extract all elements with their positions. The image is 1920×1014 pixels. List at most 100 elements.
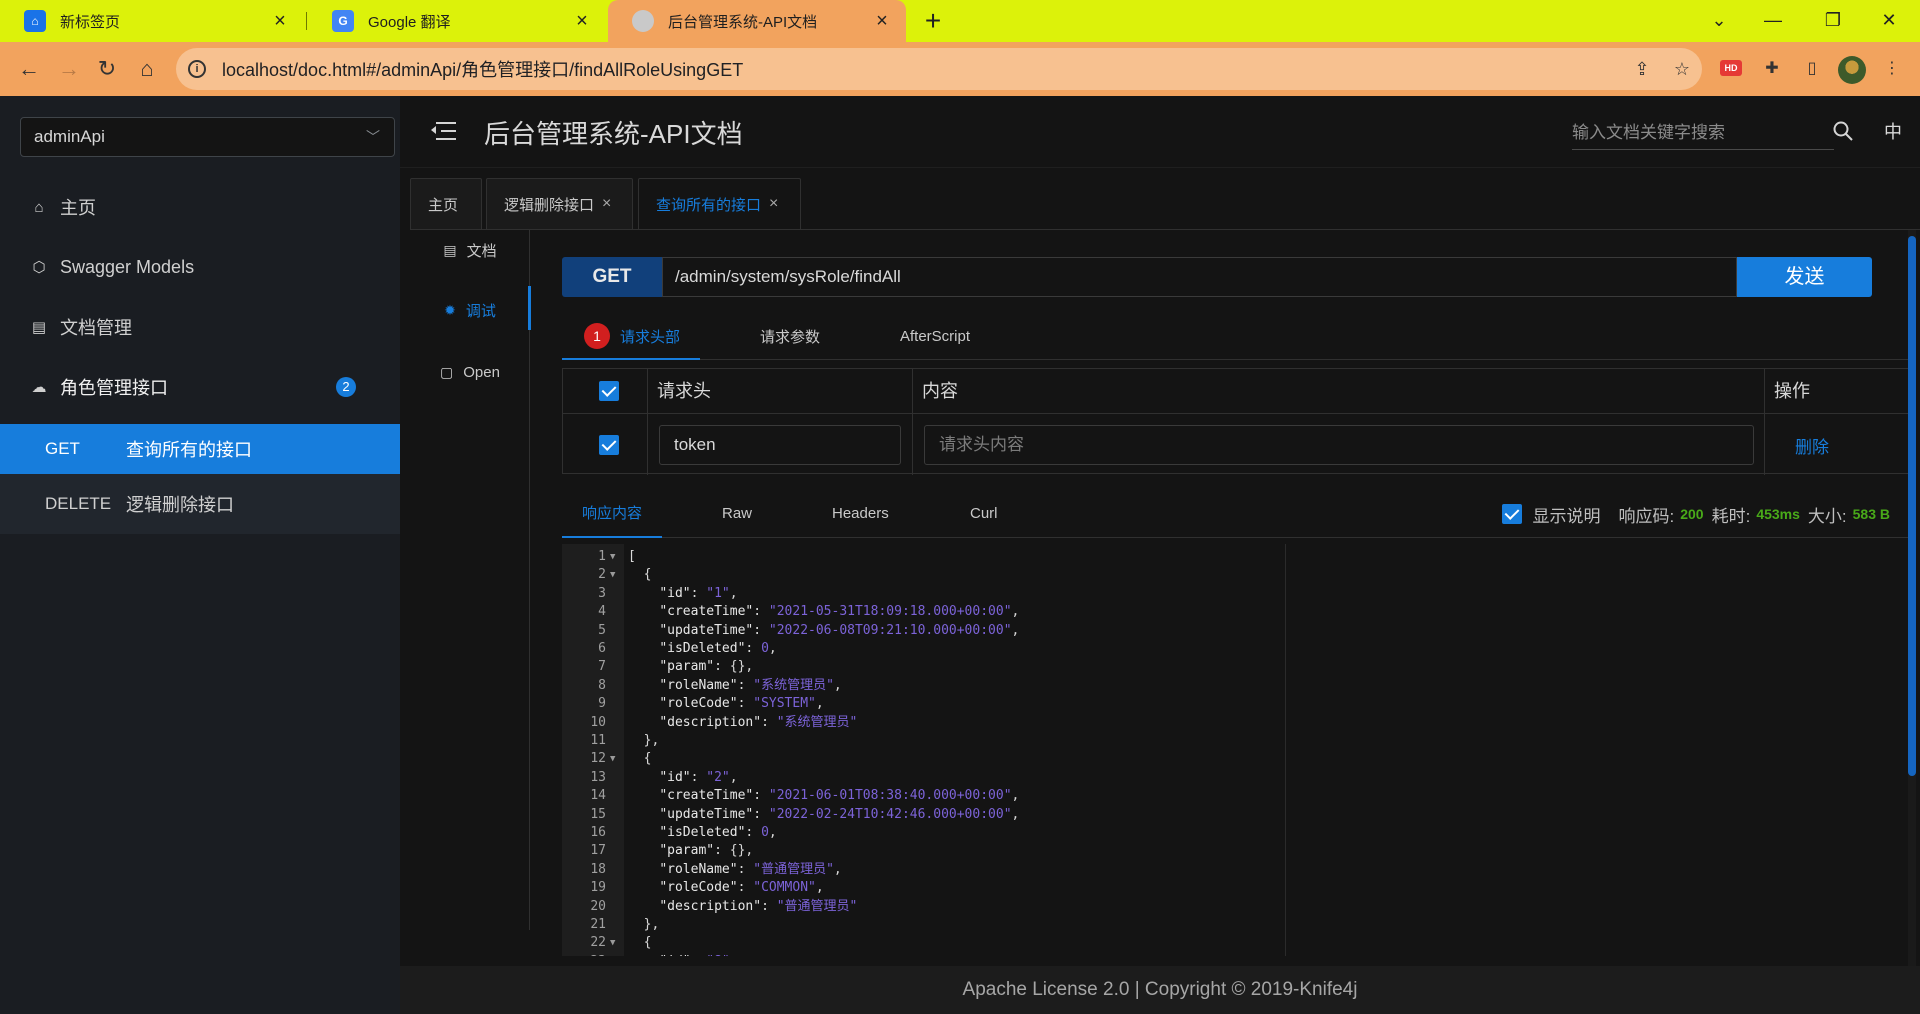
tab-label: 主页 xyxy=(428,196,459,214)
tab-headers[interactable]: Headers xyxy=(832,490,889,538)
mode-tabs: ▤ 文档 ✹ 调试 ▢ Open xyxy=(410,230,531,930)
sidebar-api-get-find-all[interactable]: GET 查询所有的接口 xyxy=(0,424,400,474)
restore-icon[interactable]: ❐ xyxy=(1810,0,1856,42)
tab-bar-divider xyxy=(410,229,1920,230)
fold-toggle-icon[interactable]: ▼ xyxy=(610,548,615,566)
tab-search-chevron-icon[interactable]: ⌄ xyxy=(1696,0,1742,42)
request-tabs: 1 请求头部 请求参数 AfterScript xyxy=(562,312,1910,360)
share-icon[interactable]: ⇪ xyxy=(1622,59,1662,80)
line-number: 5 xyxy=(598,622,606,638)
browser-tab-new-tab[interactable]: ⌂ 新标签页 × xyxy=(0,0,304,42)
line-number: 9 xyxy=(598,696,606,712)
project-select[interactable]: adminApi ﹀ xyxy=(20,117,395,157)
window-close-icon[interactable]: ✕ xyxy=(1866,0,1912,42)
close-icon[interactable]: × xyxy=(769,195,778,213)
sidebar-item-label: 文档管理 xyxy=(60,318,132,338)
line-number: 6 xyxy=(598,641,606,656)
cloud-icon: ☁ xyxy=(31,379,47,396)
back-arrow-icon[interactable]: ← xyxy=(14,54,44,84)
code-text: "roleCode": "COMMON", xyxy=(659,880,824,896)
fold-toggle-icon[interactable]: ▼ xyxy=(610,750,615,768)
sidebar-item-doc-management[interactable]: ▤ 文档管理 xyxy=(0,302,400,352)
site-info-icon[interactable]: i xyxy=(188,60,206,78)
column-header: 请求头 xyxy=(657,381,711,401)
menu-kebab-icon[interactable]: ⋮ xyxy=(1878,56,1906,82)
side-panel-icon[interactable]: ▯ xyxy=(1798,56,1826,82)
file-icon: ▢ xyxy=(440,363,454,380)
tab-curl[interactable]: Curl xyxy=(970,490,998,538)
tab-open[interactable]: ▢ Open xyxy=(410,352,530,392)
request-path-input[interactable]: /admin/system/sysRole/findAll xyxy=(662,257,1737,297)
profile-avatar[interactable] xyxy=(1838,56,1866,84)
tab-response-content[interactable]: 响应内容 xyxy=(582,490,642,538)
tab-request-headers[interactable]: 1 请求头部 xyxy=(584,312,680,360)
browser-tab-api-docs[interactable]: 后台管理系统-API文档 × xyxy=(608,0,906,42)
minimize-icon[interactable]: — xyxy=(1750,0,1796,42)
line-number: 8 xyxy=(598,677,606,693)
line-number: 20 xyxy=(590,898,606,914)
forward-arrow-icon[interactable]: → xyxy=(54,54,84,84)
hd-extension-icon[interactable]: HD xyxy=(1720,60,1742,76)
close-icon[interactable]: × xyxy=(270,10,290,33)
api-label: 查询所有的接口 xyxy=(126,440,252,460)
response-code-editor[interactable]: 1 ▼[2 ▼ {3 "id": "1", 4 "createTime": "2021… xyxy=(562,544,1910,956)
app-header: 后台管理系统-API文档 中 xyxy=(400,96,1920,168)
show-description-checkbox[interactable] xyxy=(1502,504,1523,524)
row-checkbox[interactable] xyxy=(599,435,619,455)
select-all-checkbox[interactable] xyxy=(599,381,619,401)
close-icon[interactable]: × xyxy=(602,195,611,213)
send-button[interactable]: 发送 xyxy=(1737,257,1872,297)
tab-doc[interactable]: ▤ 文档 xyxy=(410,230,530,270)
browser-tab-google-translate[interactable]: G Google 翻译 × xyxy=(308,0,606,42)
code-text: "roleName": "普通管理员", xyxy=(659,861,842,877)
close-icon[interactable]: × xyxy=(872,10,892,33)
bookmark-star-icon[interactable]: ☆ xyxy=(1662,59,1702,80)
code-text: }, xyxy=(628,733,660,748)
line-number: 13 xyxy=(590,769,606,785)
url-text[interactable]: localhost/doc.html#/adminApi/角色管理接口/find… xyxy=(222,56,1622,82)
print-margin xyxy=(1285,544,1286,956)
sidebar-item-label: 角色管理接口 xyxy=(60,378,168,398)
tab-find-all-api[interactable]: 查询所有的接口 × xyxy=(638,178,801,229)
extensions-puzzle-icon[interactable]: ✚ xyxy=(1758,56,1786,82)
tab-home[interactable]: 主页 xyxy=(410,178,482,229)
tab-delete-api[interactable]: 逻辑删除接口 × xyxy=(486,178,633,229)
code-text: "param": {}, xyxy=(659,659,754,675)
active-tab-indicator xyxy=(562,536,662,538)
sidebar-item-home[interactable]: ⌂ 主页 xyxy=(0,182,400,232)
line-number: 14 xyxy=(590,788,606,804)
close-icon[interactable]: × xyxy=(572,10,592,33)
language-switch[interactable]: 中 xyxy=(1884,118,1902,144)
tab-raw[interactable]: Raw xyxy=(722,490,752,538)
tab-label: 查询所有的接口 xyxy=(656,196,762,214)
request-headers-table: 请求头 内容 操作 token 请求头内容 删除 xyxy=(562,368,1911,475)
reload-icon[interactable]: ↻ xyxy=(92,54,122,84)
duration-value: 453ms xyxy=(1756,506,1800,522)
sidebar-group-role-api[interactable]: ☁ 角色管理接口 2 xyxy=(0,362,400,412)
code-text: "createTime": "2021-05-31T18:09:18.000+0… xyxy=(659,604,1020,620)
home-icon: ⌂ xyxy=(34,198,44,216)
header-name-input[interactable]: token xyxy=(659,425,901,465)
menu-fold-icon[interactable] xyxy=(430,120,456,142)
sidebar-item-swagger-models[interactable]: ⬡ Swagger Models xyxy=(0,242,400,292)
api-method: GET xyxy=(45,439,80,458)
tab-debug[interactable]: ✹ 调试 xyxy=(410,290,530,330)
page-scrollbar-thumb[interactable] xyxy=(1908,236,1916,776)
fold-toggle-icon[interactable]: ▼ xyxy=(610,566,615,584)
delete-link[interactable]: 删除 xyxy=(1795,433,1829,458)
address-bar[interactable]: i localhost/doc.html#/adminApi/角色管理接口/fi… xyxy=(176,48,1702,90)
fold-toggle-icon[interactable]: ▼ xyxy=(610,934,615,952)
search-icon[interactable] xyxy=(1832,120,1854,142)
tab-after-script[interactable]: AfterScript xyxy=(900,312,970,360)
new-tab-plus-icon[interactable]: + xyxy=(918,6,948,36)
line-number: 19 xyxy=(590,880,606,896)
tab-request-params[interactable]: 请求参数 xyxy=(760,312,820,360)
code-text: "isDeleted": 0, xyxy=(659,641,777,656)
code-text: "id": "8", xyxy=(628,953,737,956)
code-text: }, xyxy=(628,917,660,932)
home-icon[interactable]: ⌂ xyxy=(132,54,162,84)
doc-search-input[interactable] xyxy=(1572,116,1834,150)
column-header: 内容 xyxy=(922,381,958,401)
sidebar-api-delete-logic[interactable]: DELETE 逻辑删除接口 xyxy=(0,474,400,534)
header-value-input[interactable]: 请求头内容 xyxy=(924,425,1754,465)
